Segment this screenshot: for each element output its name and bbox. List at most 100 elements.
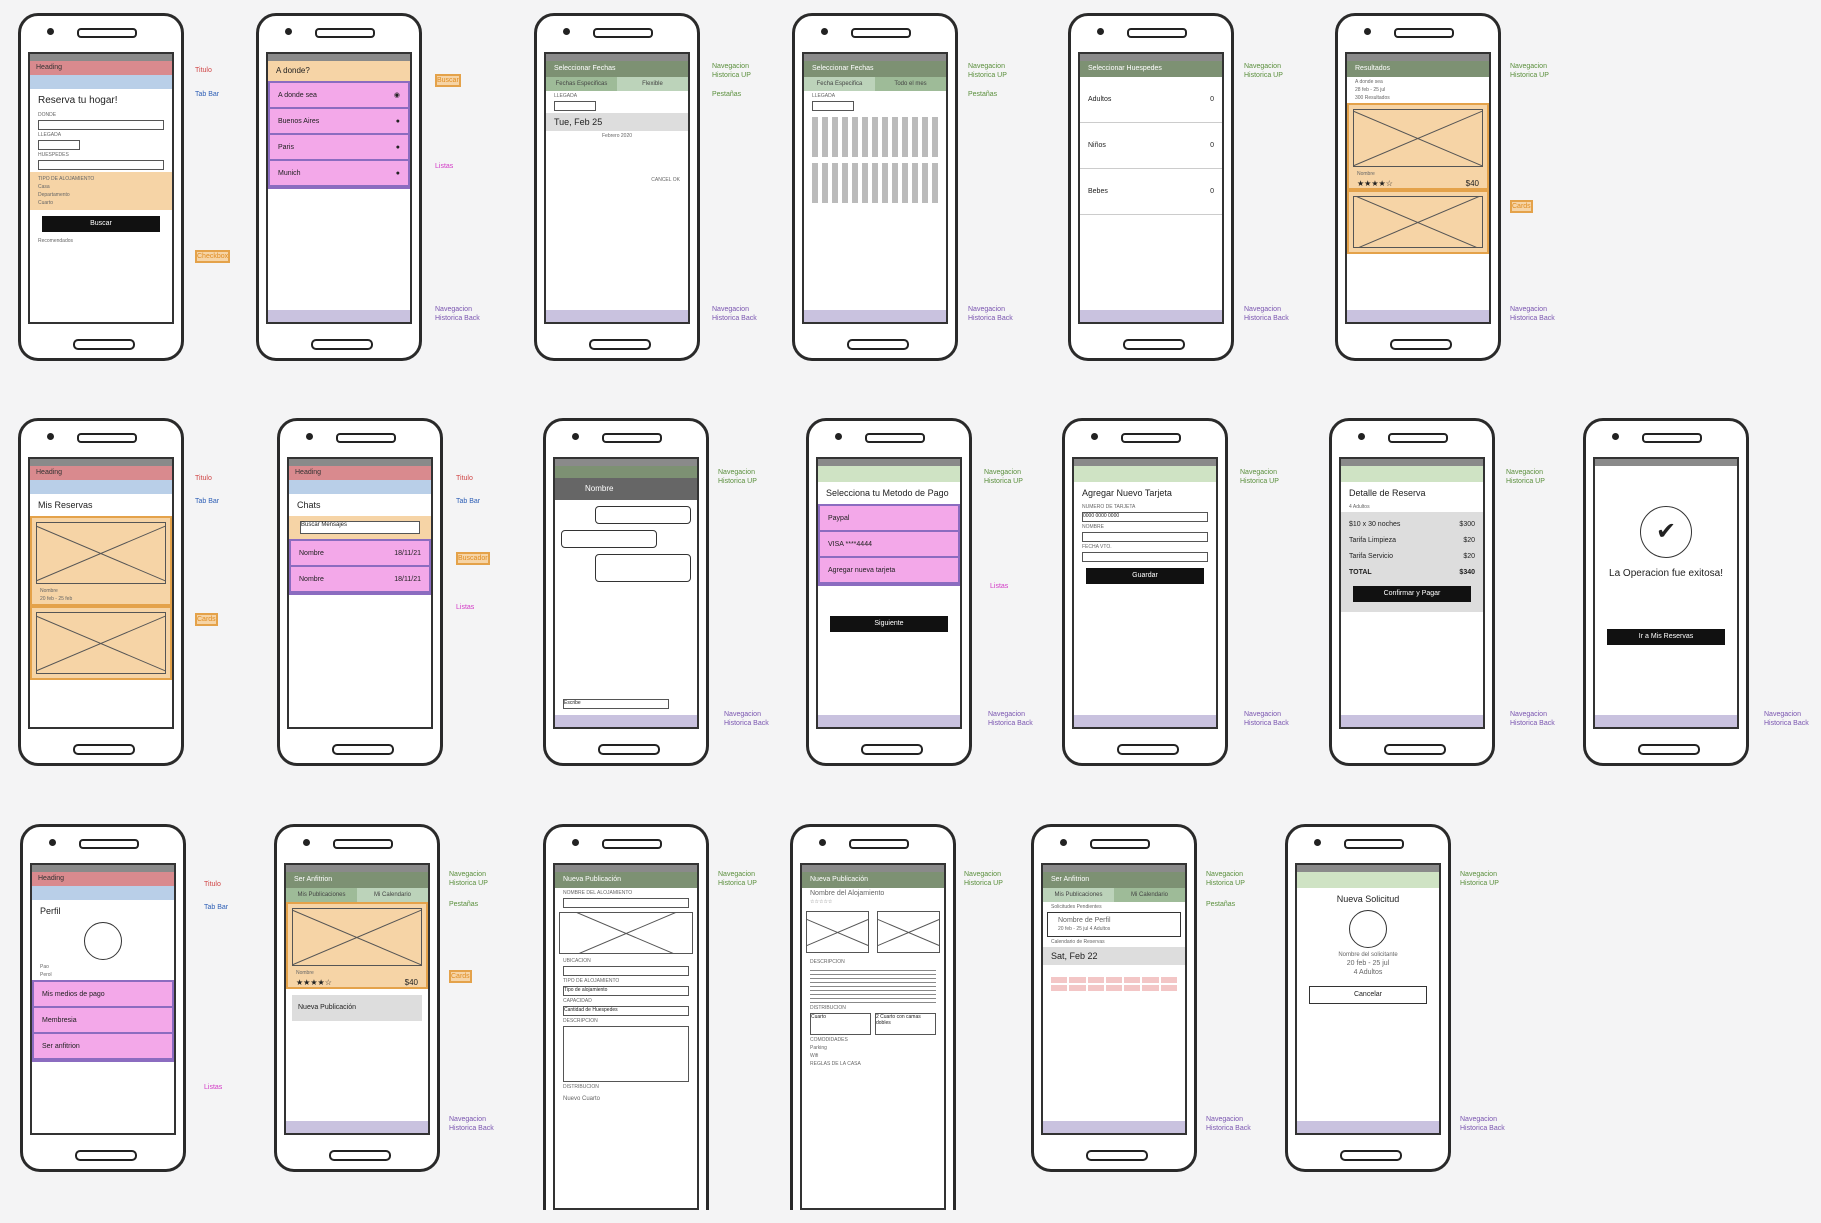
price-histogram[interactable] (812, 163, 938, 203)
top-nav[interactable] (1074, 466, 1216, 482)
expiry-input[interactable] (1082, 552, 1208, 562)
nuevo-cuarto-button[interactable]: Nuevo Cuarto (563, 1096, 689, 1102)
filter-chip[interactable]: 28 feb - 25 jul (1355, 87, 1481, 93)
heading-bar[interactable]: Heading (32, 872, 174, 886)
payment-item[interactable]: Paypal (820, 506, 958, 532)
name-input[interactable] (1082, 532, 1208, 542)
bottom-nav[interactable] (1297, 1121, 1439, 1133)
bottom-nav[interactable] (804, 310, 946, 322)
publication-card[interactable]: Nombre ★★★★☆ $40 (286, 902, 428, 989)
stepper[interactable]: 0 (1210, 96, 1214, 103)
top-nav[interactable] (818, 466, 960, 482)
list-item[interactable]: Buenos Aires ● (270, 109, 408, 135)
lastname-value[interactable]: Perol (40, 972, 166, 978)
ubicacion-input[interactable] (563, 966, 689, 976)
reserva-card[interactable]: Nombre 20 feb - 25 feb (30, 516, 172, 606)
llegada-input[interactable] (812, 101, 854, 111)
top-nav[interactable] (555, 466, 697, 478)
capacidad-select[interactable]: Cantidad de Huespedes (563, 1006, 689, 1016)
tab-calendario[interactable]: Mi Calendario (1114, 888, 1185, 902)
calendar-grid[interactable] (1051, 969, 1177, 991)
calendar-grid[interactable] (554, 143, 680, 173)
result-card[interactable]: Nombre ★★★★☆ $40 (1347, 103, 1489, 190)
top-nav[interactable]: Seleccionar Fechas (546, 61, 688, 77)
name-value[interactable]: Pao (40, 964, 166, 970)
ok-link[interactable]: OK (673, 177, 680, 183)
menu-item[interactable]: Mis medios de pago (34, 982, 172, 1008)
top-nav[interactable]: Seleccionar Huespedes (1080, 61, 1222, 77)
top-nav[interactable]: Seleccionar Fechas (804, 61, 946, 77)
room-card[interactable]: 2 Cuarto con camas dobles (875, 1013, 936, 1035)
llegada-input[interactable] (38, 140, 80, 150)
bottom-nav[interactable] (546, 310, 688, 322)
message-input[interactable]: Escribe (563, 699, 669, 709)
payment-item[interactable]: VISA ****4444 (820, 532, 958, 558)
checkbox-depto[interactable]: Departamento (38, 192, 164, 198)
top-nav[interactable]: Ser Anfitrion (286, 872, 428, 888)
nombre-input[interactable] (563, 898, 689, 908)
filter-chip[interactable]: A donde sea (1355, 79, 1481, 85)
checkbox-cuarto[interactable]: Cuarto (38, 200, 164, 206)
reserva-card[interactable] (30, 606, 172, 680)
tab-bar[interactable] (32, 886, 174, 900)
checkbox-casa[interactable]: Casa (38, 184, 164, 190)
cancel-link[interactable]: CANCEL (651, 177, 671, 183)
search-bar[interactable]: A donde? (268, 61, 410, 81)
huespedes-select[interactable] (38, 160, 164, 170)
bottom-nav[interactable] (1080, 310, 1222, 322)
top-nav[interactable]: Nueva Publicación (802, 872, 944, 888)
tab-flexible[interactable]: Flexible (617, 77, 688, 91)
stepper[interactable]: 0 (1210, 188, 1214, 195)
room-card[interactable]: Cuarto (810, 1013, 871, 1035)
search-input[interactable]: Buscar Mensajes (300, 521, 420, 534)
stepper[interactable]: 0 (1210, 142, 1214, 149)
bottom-nav[interactable] (555, 715, 697, 727)
bottom-nav[interactable] (1595, 715, 1737, 727)
tab-publicaciones[interactable]: Mis Publicaciones (1043, 888, 1114, 902)
cancel-button[interactable]: Cancelar (1309, 986, 1427, 1004)
tab-mes[interactable]: Todo el mes (875, 77, 946, 91)
save-button[interactable]: Guardar (1086, 568, 1204, 584)
next-button[interactable]: Siguiente (830, 616, 948, 632)
llegada-input[interactable] (554, 101, 596, 111)
result-card[interactable] (1347, 190, 1489, 254)
tab-bar[interactable] (30, 480, 172, 494)
chat-item[interactable]: Nombre 18/11/21 (291, 567, 429, 593)
list-item[interactable]: A donde sea ◉ (270, 83, 408, 109)
card-number-input[interactable]: 0000 0000 0000 (1082, 512, 1208, 522)
descripcion-textarea[interactable] (563, 1026, 689, 1082)
tab-especificas[interactable]: Fechas Especificas (546, 77, 617, 91)
rating-stars[interactable]: ☆☆☆☆☆ (810, 899, 936, 905)
image-upload[interactable] (559, 912, 693, 954)
tipo-select[interactable]: Tipo de alojamiento (563, 986, 689, 996)
list-item[interactable]: Paris ● (270, 135, 408, 161)
request-name[interactable]: Nombre de Perfil (1058, 917, 1170, 924)
list-item[interactable]: Munich ● (270, 161, 408, 187)
bottom-nav[interactable] (1043, 1121, 1185, 1133)
top-nav[interactable]: Ser Anfitrion (1043, 872, 1185, 888)
bottom-nav[interactable] (286, 1121, 428, 1133)
tab-especifica[interactable]: Fecha Especifica (804, 77, 875, 91)
top-nav[interactable] (1341, 466, 1483, 482)
heading-bar[interactable]: Heading (289, 466, 431, 480)
ir-reservas-button[interactable]: Ir a Mis Reservas (1607, 629, 1725, 645)
price-histogram[interactable] (812, 117, 938, 157)
tab-publicaciones[interactable]: Mis Publicaciones (286, 888, 357, 902)
menu-item[interactable]: Ser anfitrion (34, 1034, 172, 1060)
bottom-nav[interactable] (818, 715, 960, 727)
avatar[interactable] (84, 922, 122, 960)
buscar-button[interactable]: Buscar (42, 216, 160, 232)
tab-bar[interactable] (30, 75, 172, 89)
heading-bar[interactable]: Heading (30, 61, 172, 75)
donde-input[interactable] (38, 120, 164, 130)
top-nav[interactable]: Nueva Publicación (555, 872, 697, 888)
new-publication-button[interactable]: Nueva Publicación (292, 995, 422, 1021)
top-nav[interactable] (1297, 872, 1439, 888)
bottom-nav[interactable] (268, 310, 410, 322)
chat-item[interactable]: Nombre 18/11/21 (291, 541, 429, 567)
dialog-actions[interactable]: CANCEL OK (554, 177, 680, 183)
tab-bar[interactable] (289, 480, 431, 494)
heading-bar[interactable]: Heading (30, 466, 172, 480)
confirm-button[interactable]: Confirmar y Pagar (1353, 586, 1471, 602)
menu-item[interactable]: Membresia (34, 1008, 172, 1034)
